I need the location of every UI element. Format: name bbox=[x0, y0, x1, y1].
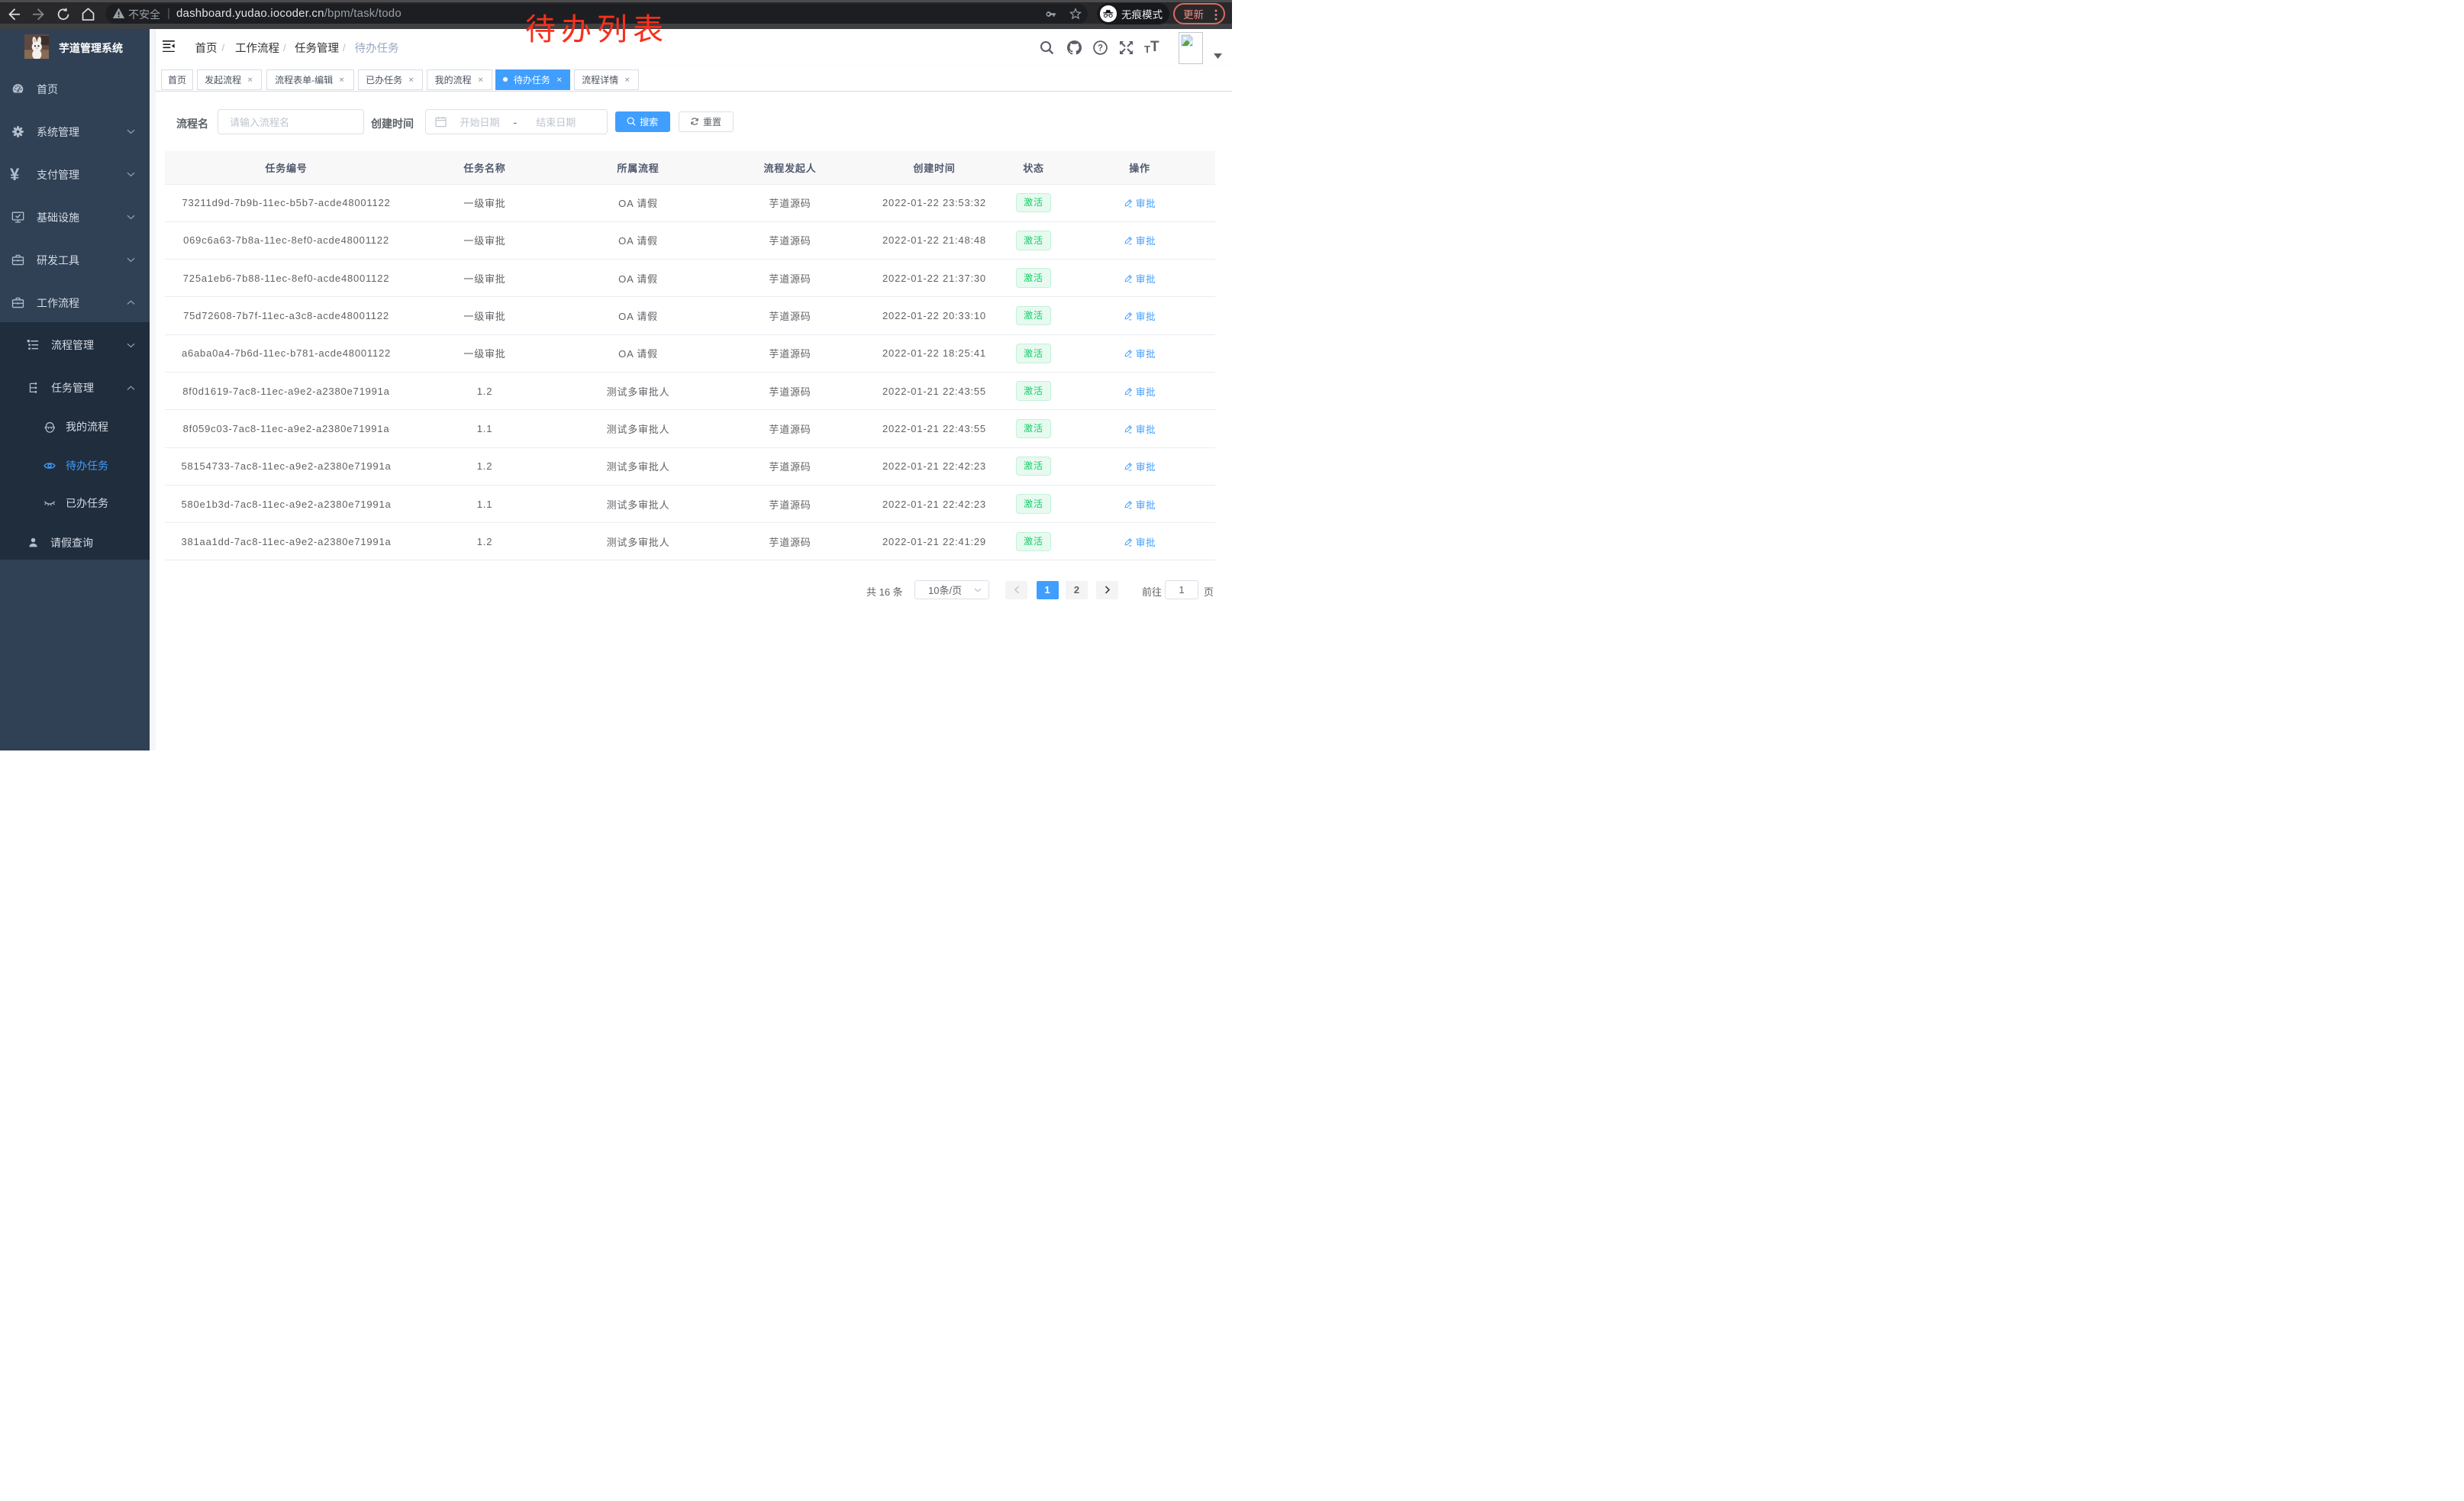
svg-text:?: ? bbox=[1098, 44, 1103, 53]
